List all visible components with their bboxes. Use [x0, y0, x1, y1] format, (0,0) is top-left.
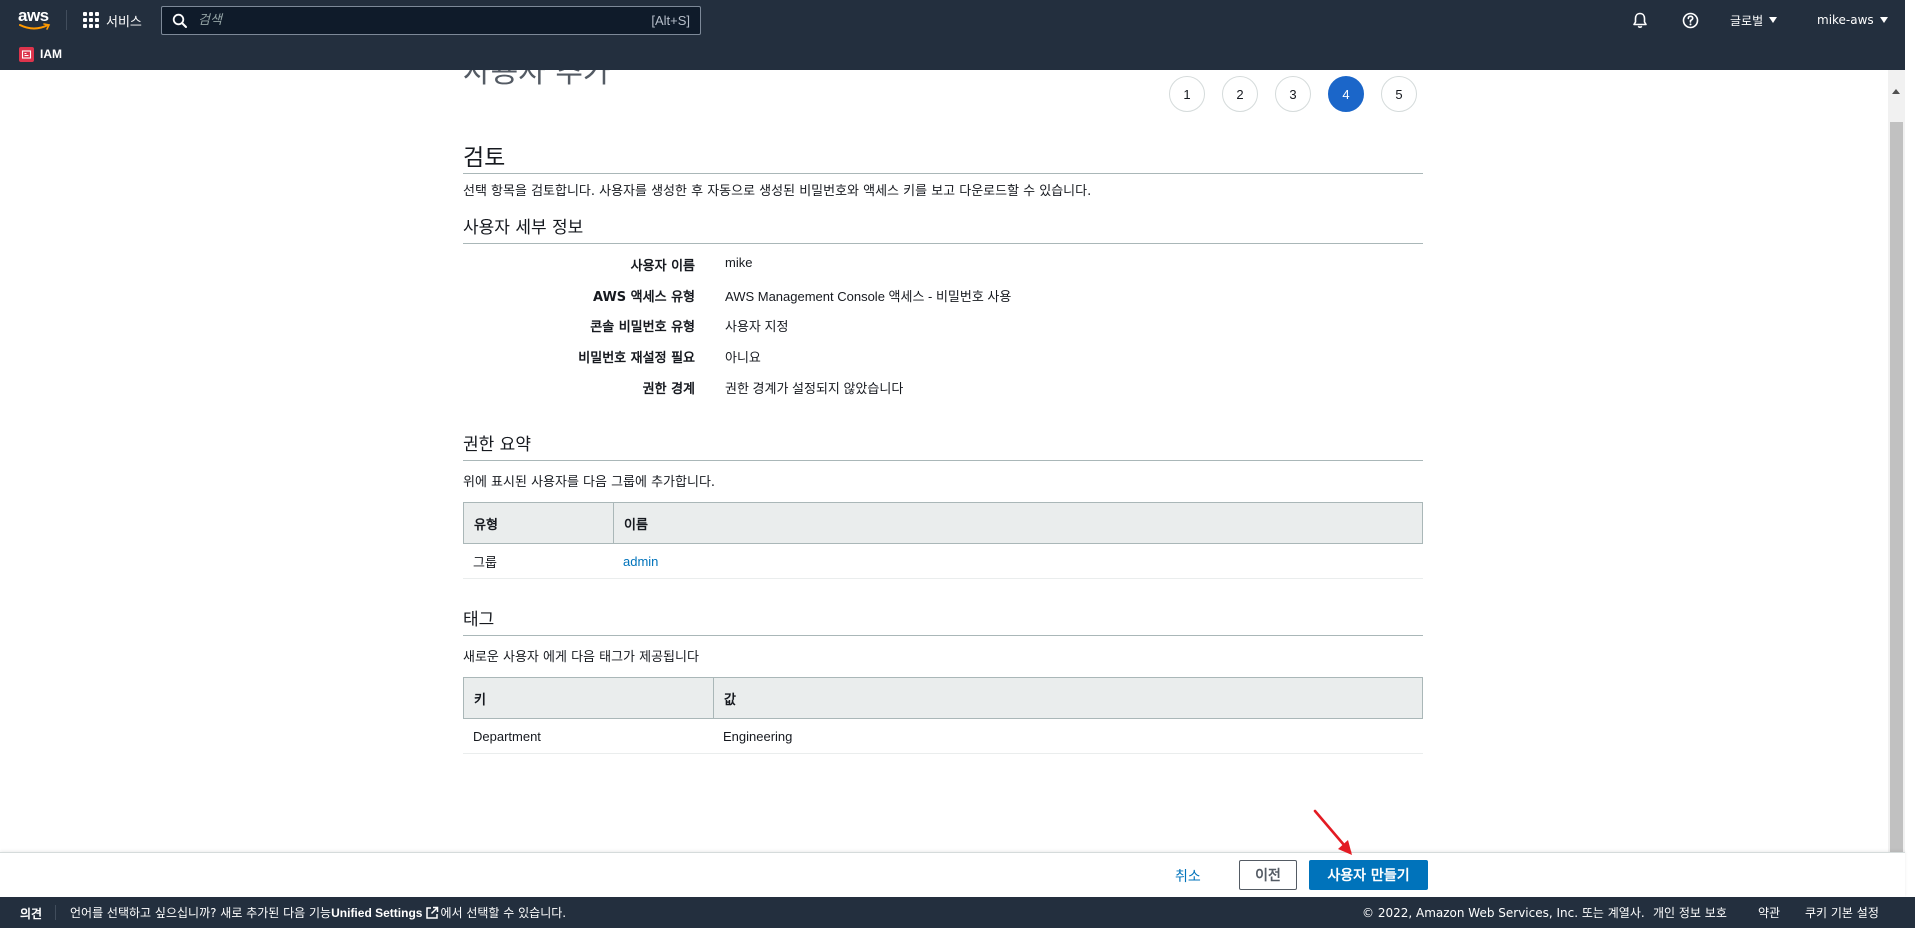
- column-header-type[interactable]: 유형: [464, 503, 614, 543]
- cell-name: admin: [613, 544, 1423, 578]
- detail-value: 아니요: [725, 350, 761, 365]
- chevron-down-icon: [1879, 17, 1888, 23]
- detail-label: 권한 경계: [642, 382, 695, 397]
- detail-row-access-type: AWS 액세스 유형 AWS Management Console 액세스 - …: [463, 286, 1063, 306]
- previous-button[interactable]: 이전: [1239, 860, 1297, 890]
- footer: 의견 언어를 선택하고 싶으십니까? 새로 추가된 다음 기능 Unified …: [0, 897, 1915, 928]
- detail-value: 권한 경계가 설정되지 않았습니다: [725, 381, 904, 396]
- bell-icon: [1633, 12, 1647, 28]
- step-5[interactable]: 5: [1381, 76, 1417, 112]
- aws-smile-icon: [19, 23, 51, 30]
- footer-divider: [55, 905, 56, 920]
- wizard-action-bar: 취소 이전 사용자 만들기: [0, 852, 1905, 897]
- service-breadcrumb[interactable]: IAM: [0, 42, 62, 66]
- region-selector[interactable]: 글로벌: [1730, 10, 1778, 30]
- nav-divider: [66, 10, 67, 30]
- cancel-button[interactable]: 취소: [1175, 863, 1201, 891]
- permissions-description: 위에 표시된 사용자를 다음 그룹에 추가합니다.: [463, 475, 716, 490]
- column-header-name[interactable]: 이름: [614, 503, 1422, 543]
- services-label: 서비스: [106, 14, 142, 30]
- vertical-scrollbar[interactable]: [1888, 70, 1905, 852]
- detail-value: AWS Management Console 액세스 - 비밀번호 사용: [725, 289, 1012, 304]
- wizard-steps: 1 2 3 4 5: [1169, 76, 1417, 112]
- cookie-preferences-link[interactable]: 쿠키 기본 설정: [1805, 904, 1879, 921]
- language-message: 언어를 선택하고 싶으십니까? 새로 추가된 다음 기능 Unified Set…: [70, 904, 566, 921]
- region-label: 글로벌: [1730, 13, 1764, 28]
- top-navigation: aws 서비스 [Alt+S]: [0, 0, 1915, 70]
- annotation-arrow-icon: [1313, 809, 1352, 855]
- scrollbar-thumb[interactable]: [1890, 122, 1903, 852]
- iam-icon: [19, 46, 34, 62]
- column-header-value[interactable]: 값: [714, 678, 1422, 718]
- group-link-admin[interactable]: admin: [623, 554, 658, 569]
- top-nav-bar: aws 서비스 [Alt+S]: [0, 0, 1905, 40]
- column-header-key[interactable]: 키: [464, 678, 714, 718]
- window-edge: [1905, 0, 1915, 928]
- detail-value: 사용자 지정: [725, 319, 789, 334]
- copyright: © 2022, Amazon Web Services, Inc. 또는 계열사…: [1362, 906, 1645, 920]
- step-2[interactable]: 2: [1222, 76, 1258, 112]
- detail-row-username: 사용자 이름 mike: [463, 255, 1063, 275]
- account-menu[interactable]: mike-aws: [1817, 10, 1888, 30]
- permissions-table: 유형 이름 그룹 admin: [463, 502, 1423, 579]
- detail-row-password-reset: 비밀번호 재설정 필요 아니요: [463, 347, 1063, 367]
- external-link-icon[interactable]: [425, 906, 439, 920]
- divider: [463, 173, 1423, 174]
- notifications-button[interactable]: [1630, 10, 1650, 30]
- detail-label: AWS 액세스 유형: [592, 290, 695, 305]
- permissions-heading: 권한 요약: [463, 435, 531, 455]
- cell-key: Department: [473, 728, 541, 744]
- account-label: mike-aws: [1817, 13, 1874, 27]
- language-message-prefix: 언어를 선택하고 싶으십니까? 새로 추가된 다음 기능: [70, 906, 332, 920]
- detail-label: 비밀번호 재설정 필요: [578, 351, 695, 366]
- main-content: 사용자 추가 1 2 3 4 5 검토 선택 항목을 검토합니다. 사용자를 생…: [0, 70, 1888, 852]
- divider: [463, 460, 1423, 461]
- search-icon: [172, 13, 187, 28]
- language-message-suffix: 에서 선택할 수 있습니다.: [440, 906, 567, 920]
- review-heading: 검토: [463, 145, 506, 171]
- tags-heading: 태그: [463, 610, 495, 630]
- search-input[interactable]: [188, 13, 652, 28]
- review-description: 선택 항목을 검토합니다. 사용자를 생성한 후 자동으로 생성된 비밀번호와 …: [463, 184, 1092, 199]
- step-3[interactable]: 3: [1275, 76, 1311, 112]
- search-shortcut: [Alt+S]: [651, 13, 690, 28]
- feedback-link[interactable]: 의견: [20, 905, 42, 922]
- search-box[interactable]: [Alt+S]: [161, 6, 701, 35]
- unified-settings-link[interactable]: Unified Settings: [331, 906, 422, 920]
- cell-type: 그룹: [473, 554, 497, 570]
- table-row: Department Engineering: [463, 719, 1423, 754]
- chevron-down-icon: [1769, 17, 1778, 23]
- terms-link[interactable]: 약관: [1758, 904, 1780, 921]
- detail-label: 사용자 이름: [630, 259, 695, 274]
- service-name: IAM: [40, 47, 62, 61]
- detail-row-permission-boundary: 권한 경계 권한 경계가 설정되지 않았습니다: [463, 378, 1063, 398]
- detail-value: mike: [725, 255, 753, 270]
- tags-table: 키 값 Department Engineering: [463, 677, 1423, 754]
- table-row: 그룹 admin: [463, 544, 1423, 579]
- user-details-heading: 사용자 세부 정보: [463, 218, 584, 238]
- table-header: 유형 이름: [463, 502, 1423, 544]
- help-icon: [1682, 12, 1698, 28]
- page-title: 사용자 추가: [463, 70, 611, 90]
- services-menu-button[interactable]: 서비스: [83, 10, 142, 30]
- detail-row-password-type: 콘솔 비밀번호 유형 사용자 지정: [463, 316, 1063, 336]
- scroll-up-icon[interactable]: [1892, 89, 1900, 94]
- privacy-link[interactable]: 개인 정보 보호: [1653, 904, 1727, 921]
- table-header: 키 값: [463, 677, 1423, 719]
- aws-logo[interactable]: aws: [18, 7, 54, 33]
- step-4-current[interactable]: 4: [1328, 76, 1364, 112]
- cell-value: Engineering: [723, 728, 793, 744]
- step-1[interactable]: 1: [1169, 76, 1205, 112]
- divider: [463, 635, 1423, 636]
- grid-icon: [83, 12, 99, 28]
- help-button[interactable]: [1680, 10, 1700, 30]
- divider: [463, 243, 1423, 244]
- tags-description: 새로운 사용자 에게 다음 태그가 제공됩니다: [463, 650, 699, 665]
- create-user-button[interactable]: 사용자 만들기: [1309, 860, 1428, 890]
- detail-label: 콘솔 비밀번호 유형: [590, 320, 695, 335]
